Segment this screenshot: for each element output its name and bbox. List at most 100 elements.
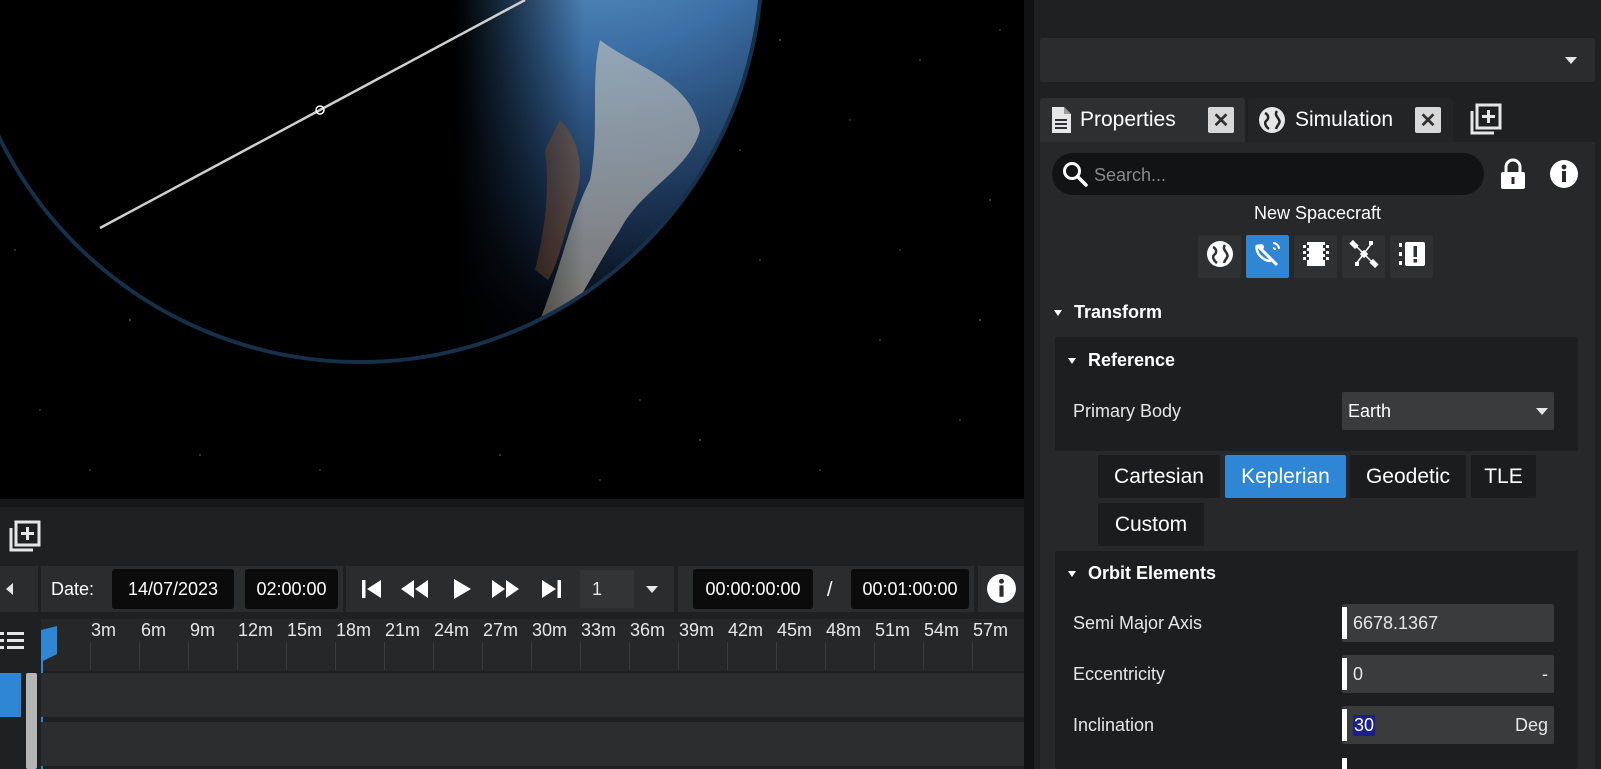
date-label: Date: (51, 579, 95, 599)
close-tab-simulation-button[interactable]: ✕ (1415, 107, 1441, 133)
speed-value: 1 (592, 579, 603, 599)
current-time-field[interactable]: 00:00:00:00 (693, 569, 813, 609)
tick-label: 27m (483, 620, 519, 640)
satellite-dish-icon (1253, 239, 1283, 274)
transform-title: Transform (1074, 302, 1163, 322)
component-alert-button[interactable] (1390, 235, 1433, 278)
info-icon[interactable] (1549, 159, 1579, 194)
transform-section-header[interactable]: Transform (1054, 302, 1162, 323)
tick-line (580, 642, 581, 670)
reference-section-header[interactable]: Reference (1068, 350, 1175, 371)
top-dropdown[interactable] (1040, 38, 1595, 82)
collapse-panel-button[interactable] (0, 566, 38, 612)
tick-label: 15m (287, 620, 323, 640)
tab-simulation-label: Simulation (1295, 108, 1394, 131)
primary-body-value: Earth (1348, 401, 1392, 421)
drag-handle[interactable] (1342, 658, 1347, 690)
horizontal-splitter[interactable] (0, 499, 1024, 507)
component-satellite-button[interactable] (1342, 235, 1385, 278)
playhead-marker[interactable] (41, 626, 59, 667)
search-input[interactable] (1092, 159, 1476, 191)
chevron-down-icon (1565, 57, 1577, 64)
add-tab-icon[interactable] (1470, 103, 1502, 135)
collapse-triangle-icon (1068, 358, 1076, 365)
eccentricity-field[interactable]: 0 - (1342, 655, 1554, 693)
time-field[interactable]: 02:00:00 (245, 569, 338, 609)
lock-icon[interactable] (1499, 157, 1527, 196)
timeline-track[interactable] (41, 722, 1024, 766)
search-box[interactable] (1052, 153, 1484, 195)
tab-cartesian[interactable]: Cartesian (1098, 455, 1220, 498)
orbit-elements-section-header[interactable]: Orbit Elements (1068, 563, 1216, 584)
tick-line (335, 642, 336, 670)
tick-line (874, 642, 875, 670)
track-scrollbar[interactable] (26, 673, 37, 769)
tick-line (825, 642, 826, 670)
drag-handle[interactable] (1342, 607, 1347, 639)
eccentricity-unit: - (1542, 664, 1548, 684)
time-separator: / (827, 579, 833, 601)
alert-list-icon (1397, 239, 1427, 274)
semi-major-axis-field[interactable]: 6678.1367 (1342, 604, 1554, 642)
tick-label: 36m (630, 620, 666, 640)
fast-forward-icon[interactable] (490, 577, 520, 606)
earth-scene (0, 0, 1024, 499)
add-panel-icon[interactable] (9, 520, 41, 552)
skip-to-end-icon[interactable] (539, 577, 563, 606)
tick-label: 21m (385, 620, 421, 640)
tab-simulation[interactable]: Simulation ✕ (1248, 98, 1453, 142)
search-icon (1062, 161, 1088, 192)
tick-line (776, 642, 777, 670)
track-list-icon[interactable] (0, 628, 26, 659)
info-icon[interactable] (986, 573, 1017, 609)
collapse-triangle-icon (1054, 310, 1062, 317)
chevron-left-icon (6, 583, 13, 595)
inclination-unit: Deg (1514, 715, 1548, 735)
document-icon (1050, 106, 1072, 134)
date-field[interactable]: 14/07/2023 (112, 569, 234, 609)
tick-line (139, 642, 140, 670)
close-tab-properties-button[interactable]: ✕ (1208, 107, 1234, 133)
speed-value-box (580, 570, 634, 608)
component-film-button[interactable] (1294, 235, 1337, 278)
skip-to-start-icon[interactable] (360, 577, 384, 606)
tab-properties-label: Properties (1080, 108, 1176, 131)
tab-custom[interactable]: Custom (1098, 503, 1204, 546)
tick-label: 33m (581, 620, 617, 640)
tick-line (286, 642, 287, 670)
tick-line (90, 642, 91, 670)
drag-handle[interactable] (1342, 709, 1347, 741)
tick-label: 30m (532, 620, 568, 640)
primary-body-select[interactable]: Earth (1342, 392, 1554, 430)
vertical-splitter[interactable] (1024, 0, 1034, 769)
tab-properties[interactable]: Properties ✕ (1040, 98, 1245, 142)
total-time-field[interactable]: 00:01:00:00 (851, 569, 969, 609)
tab-keplerian[interactable]: Keplerian (1225, 455, 1346, 498)
semi-major-axis-value: 6678.1367 (1353, 613, 1439, 633)
collapse-triangle-icon (1068, 571, 1076, 578)
component-globe-button[interactable] (1198, 235, 1241, 278)
tick-label: 12m (238, 620, 274, 640)
tick-label: 57m (973, 620, 1009, 640)
inclination-field[interactable]: 30 Deg (1342, 706, 1554, 744)
globe-icon (1205, 239, 1235, 274)
inclination-value[interactable]: 30 (1353, 715, 1376, 736)
tick-line (531, 642, 532, 670)
tab-tle[interactable]: TLE (1471, 455, 1536, 498)
orbit-elements-title: Orbit Elements (1088, 563, 1217, 583)
tab-geodetic[interactable]: Geodetic (1350, 455, 1466, 498)
play-icon[interactable] (452, 577, 472, 606)
tick-label: 51m (875, 620, 911, 640)
track-selector[interactable] (0, 673, 21, 717)
3d-viewport[interactable] (0, 0, 1024, 499)
timeline-track[interactable] (41, 673, 1024, 717)
tick-line (629, 642, 630, 670)
chevron-down-icon (646, 586, 658, 593)
eccentricity-value: 0 (1353, 664, 1364, 684)
tick-line (384, 642, 385, 670)
object-name: New Spacecraft (1253, 203, 1382, 223)
component-antenna-button[interactable] (1246, 235, 1289, 278)
speed-select[interactable]: 1 (580, 570, 668, 608)
globe-icon (1257, 105, 1287, 135)
rewind-icon[interactable] (400, 577, 430, 606)
